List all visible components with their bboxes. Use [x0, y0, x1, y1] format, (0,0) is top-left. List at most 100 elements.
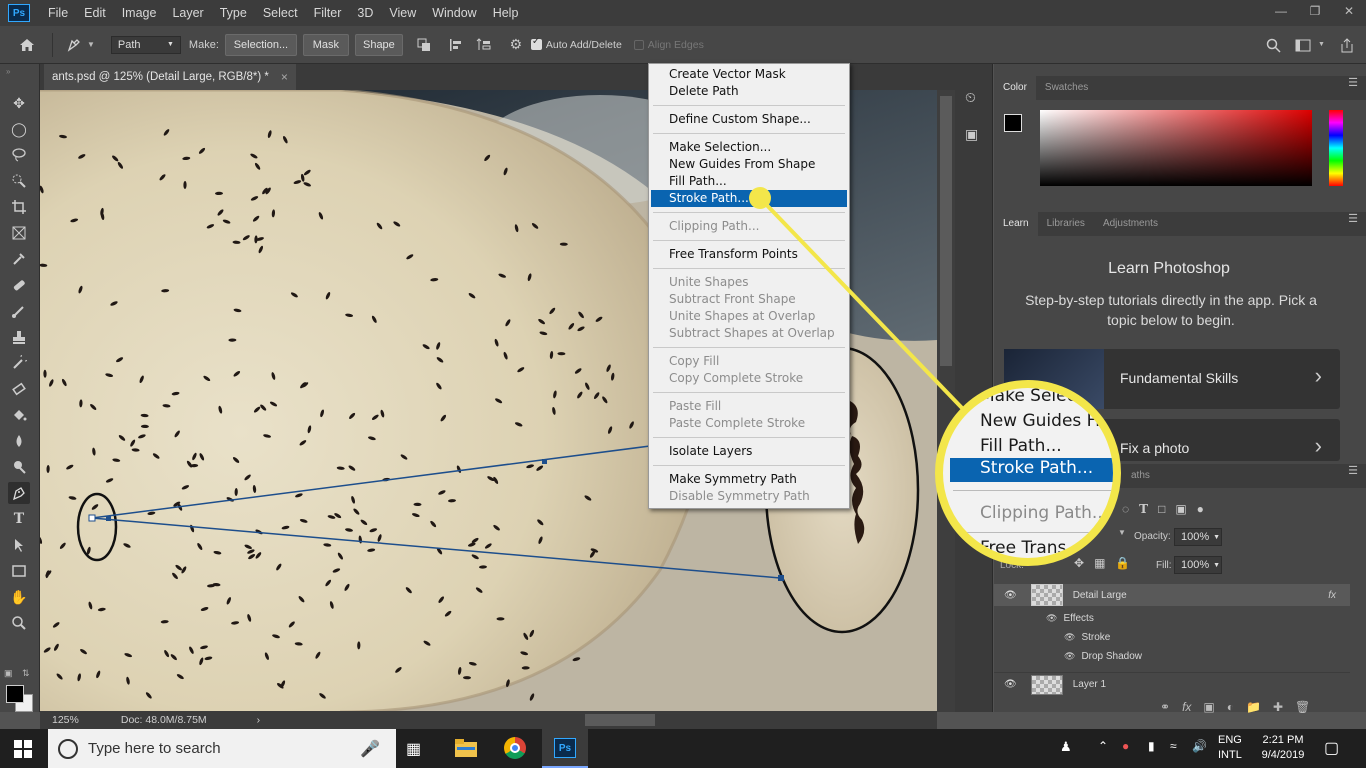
tab-swatches[interactable]: Swatches	[1036, 76, 1097, 100]
menu-item-stroke-path[interactable]: Stroke Path...	[651, 190, 847, 207]
wifi-icon[interactable]: ≈	[1170, 739, 1177, 753]
menu-item-fill-path[interactable]: Fill Path...	[669, 173, 727, 190]
healing-brush-tool-icon[interactable]	[8, 274, 30, 296]
task-view-icon[interactable]: ▦	[406, 739, 421, 759]
anchor-point[interactable]	[778, 575, 784, 581]
move-tool-icon[interactable]: ✥	[8, 92, 30, 114]
menu-3d[interactable]: 3D	[349, 6, 381, 20]
marquee-tool-icon[interactable]: ◯	[8, 118, 30, 140]
paint-bucket-tool-icon[interactable]	[8, 404, 30, 426]
hue-slider[interactable]	[1329, 110, 1343, 186]
fill-input[interactable]: 100% ▼	[1174, 556, 1222, 574]
menu-window[interactable]: Window	[424, 6, 484, 20]
lock-position-icon[interactable]: ✥	[1074, 556, 1084, 570]
tab-adjustments[interactable]: Adjustments	[1094, 212, 1167, 236]
gear-icon[interactable]: ⚙	[505, 34, 527, 56]
layer-effects-row[interactable]: 👁 Effects	[994, 608, 1350, 628]
menu-file[interactable]: File	[40, 6, 76, 20]
foreground-color-swatch[interactable]	[6, 685, 24, 703]
filter-toggle-icon[interactable]: ●	[1197, 502, 1204, 516]
lasso-tool-icon[interactable]	[8, 144, 30, 166]
panel-menu-icon[interactable]: ☰	[1348, 76, 1358, 89]
checkbox-icon[interactable]: ✓	[530, 36, 542, 50]
layer-effect-drop-shadow-row[interactable]: 👁 Drop Shadow	[994, 646, 1350, 666]
eye-icon[interactable]: 👁	[1004, 590, 1017, 601]
chevron-right-icon[interactable]: ›	[257, 714, 261, 726]
3d-panel-icon[interactable]: ▣	[965, 126, 983, 144]
menu-layer[interactable]: Layer	[164, 6, 211, 20]
volume-icon[interactable]: 🔊	[1192, 739, 1207, 753]
menu-edit[interactable]: Edit	[76, 6, 114, 20]
clone-stamp-tool-icon[interactable]	[8, 326, 30, 348]
opacity-input[interactable]: 100% ▼	[1174, 528, 1222, 546]
action-center-icon[interactable]: ▢	[1324, 738, 1339, 758]
menu-item-isolate-layers[interactable]: Isolate Layers	[669, 443, 752, 460]
history-panel-icon[interactable]: ⏲	[965, 89, 983, 107]
tab-learn[interactable]: Learn	[994, 212, 1038, 236]
tab-color[interactable]: Color	[994, 76, 1036, 100]
lock-artboard-icon[interactable]: ▦	[1094, 556, 1105, 570]
pen-tool-preset-icon[interactable]	[63, 34, 85, 56]
make-selection-button[interactable]: Selection...	[224, 33, 297, 56]
hand-tool-icon[interactable]: ✋	[8, 586, 30, 608]
file-explorer-icon[interactable]	[455, 738, 477, 758]
pen-tool-icon[interactable]	[8, 482, 30, 504]
adjustment-layer-icon[interactable]: ◐	[1227, 700, 1234, 714]
collapse-icon[interactable]: »	[6, 67, 10, 76]
chevron-down-icon[interactable]: ▼	[1118, 528, 1126, 542]
menu-item-new-guides-from-shape[interactable]: New Guides From Shape	[669, 156, 815, 173]
make-shape-button[interactable]: Shape	[354, 33, 403, 56]
vertical-scrollbar[interactable]	[937, 90, 955, 712]
quick-selection-tool-icon[interactable]	[8, 170, 30, 192]
anchor-point[interactable]	[542, 459, 547, 464]
notification-tray-icon[interactable]: ●	[1122, 739, 1129, 753]
document-tab[interactable]: ants.psd @ 125% (Detail Large, RGB/8*) *…	[44, 64, 296, 90]
microphone-icon[interactable]: 🎤	[360, 739, 380, 759]
path-operations-icon[interactable]	[413, 34, 435, 56]
pen-mode-select[interactable]: Path ▼	[110, 35, 181, 54]
close-icon[interactable]: ✕	[1332, 0, 1366, 22]
blur-tool-icon[interactable]	[8, 430, 30, 452]
eye-icon[interactable]: 👁	[1046, 613, 1057, 624]
panel-menu-icon[interactable]: ☰	[1348, 212, 1358, 225]
menu-select[interactable]: Select	[255, 6, 306, 20]
crop-tool-icon[interactable]	[8, 196, 30, 218]
menu-item-free-transform-points[interactable]: Free Transform Points	[669, 246, 798, 263]
menu-item-define-custom-shape[interactable]: Define Custom Shape...	[669, 111, 811, 128]
eye-icon[interactable]: 👁	[1064, 651, 1075, 662]
menu-image[interactable]: Image	[114, 6, 165, 20]
delete-layer-icon[interactable]: 🗑	[1295, 700, 1310, 714]
rectangle-tool-icon[interactable]	[8, 560, 30, 582]
clock[interactable]: 2:21 PM 9/4/2019	[1256, 733, 1310, 763]
make-mask-button[interactable]: Mask	[302, 33, 349, 56]
menu-type[interactable]: Type	[212, 6, 255, 20]
zoom-level[interactable]: 125%	[52, 714, 79, 726]
input-language[interactable]: ENG INTL	[1218, 733, 1242, 763]
anchor-point[interactable]	[88, 514, 96, 522]
eye-icon[interactable]: 👁	[1064, 632, 1075, 643]
menu-filter[interactable]: Filter	[306, 6, 350, 20]
chevron-down-icon[interactable]: ▼	[87, 40, 95, 49]
brush-tool-icon[interactable]	[8, 300, 30, 322]
restore-icon[interactable]: ❐	[1298, 0, 1332, 22]
zoom-tool-icon[interactable]	[8, 612, 30, 634]
frame-tool-icon[interactable]	[8, 222, 30, 244]
minimize-icon[interactable]: —	[1264, 0, 1298, 22]
align-edges-label[interactable]: Align Edges	[648, 39, 704, 51]
new-layer-icon[interactable]: ✚	[1273, 700, 1283, 714]
eyedropper-tool-icon[interactable]	[8, 248, 30, 270]
windows-start-icon[interactable]	[14, 740, 32, 761]
home-icon[interactable]	[16, 34, 38, 56]
menu-item-make-selection[interactable]: Make Selection...	[669, 139, 771, 156]
filter-shape-icon[interactable]: □	[1158, 502, 1165, 516]
filter-type-icon[interactable]: T	[1139, 502, 1148, 516]
type-tool-icon[interactable]: T	[8, 508, 30, 530]
horizontal-scroll-thumb[interactable]	[585, 714, 655, 726]
workspace-icon[interactable]	[1292, 34, 1314, 56]
share-icon[interactable]	[1336, 34, 1358, 56]
menu-item-create-vector-mask[interactable]: Create Vector Mask	[669, 66, 786, 83]
anchor-point[interactable]	[106, 516, 111, 521]
path-arrangement-icon[interactable]	[473, 34, 495, 56]
add-mask-icon[interactable]: ▣	[1203, 700, 1214, 714]
fx-icon[interactable]: fx	[1328, 590, 1336, 601]
